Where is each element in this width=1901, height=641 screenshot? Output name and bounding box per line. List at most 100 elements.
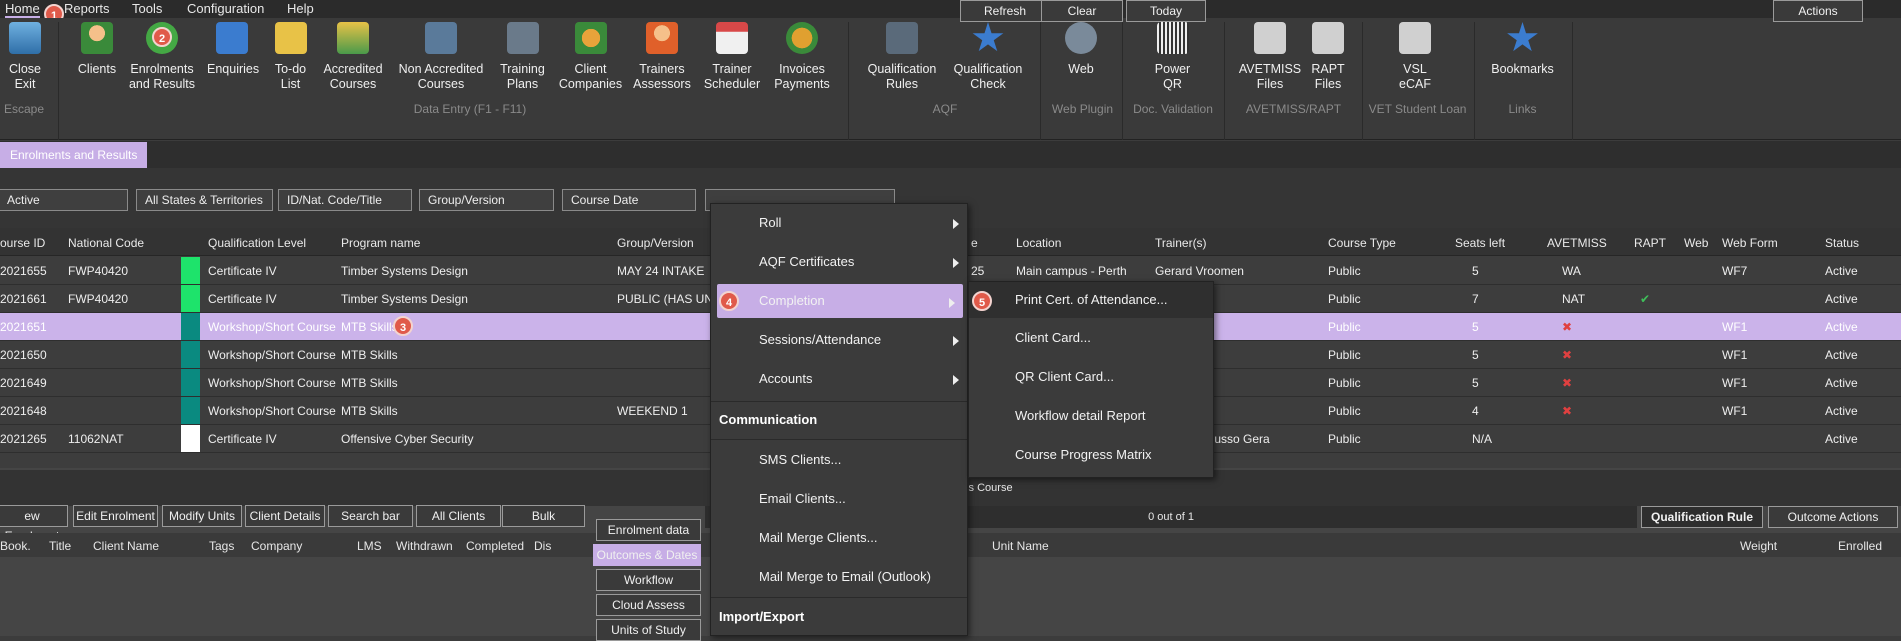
menu-home[interactable]: Home — [5, 1, 40, 18]
states-dropdown[interactable]: All States & Territories — [136, 189, 273, 211]
bookmarks-button[interactable]: Bookmarks — [1490, 22, 1555, 77]
course-date-dropdown[interactable]: Course Date — [562, 189, 696, 211]
submenu-qr-client-card[interactable]: QR Client Card... — [969, 359, 1213, 395]
col-client-name[interactable]: Client Name — [93, 539, 159, 553]
col-group[interactable]: Group/Version — [617, 236, 694, 250]
col-date[interactable]: e — [971, 236, 978, 250]
cell-type: Public — [1328, 320, 1361, 334]
outcome-actions-button[interactable]: Outcome Actions — [1768, 506, 1898, 528]
col-location[interactable]: Location — [1016, 236, 1061, 250]
todo-list-button[interactable]: To-do List — [268, 22, 313, 92]
close-exit-button[interactable]: Close Exit — [2, 22, 48, 92]
qualification-check-button[interactable]: Qualification Check — [948, 22, 1028, 92]
col-program[interactable]: Program name — [341, 236, 420, 250]
tab-cloud-assess[interactable]: Cloud Assess — [596, 594, 701, 616]
group-version-input[interactable]: Group/Version — [419, 189, 554, 211]
power-qr-button[interactable]: Power QR — [1130, 22, 1215, 92]
new-enrolment-button[interactable]: ew Enrolment — [0, 505, 68, 543]
today-button[interactable]: Today — [1126, 0, 1206, 22]
avetmiss-files-button[interactable]: AVETMISS Files — [1236, 22, 1304, 92]
tab-units-of-study[interactable]: Units of Study — [596, 619, 701, 641]
menu-item-completion[interactable]: Completion — [717, 284, 963, 318]
web-button[interactable]: Web — [1050, 22, 1112, 77]
submenu-arrow-icon — [953, 375, 959, 385]
bulk-button[interactable]: Bulk — [502, 505, 585, 527]
col-web-form[interactable]: Web Form — [1722, 236, 1778, 250]
qual-color-swatch — [181, 425, 200, 452]
qualification-rule-button[interactable]: Qualification Rule — [1641, 506, 1763, 528]
col-seats[interactable]: Seats left — [1455, 236, 1505, 250]
all-clients-button[interactable]: All Clients — [416, 505, 501, 527]
tab-enrolment-data[interactable]: Enrolment data — [596, 519, 701, 541]
col-lms[interactable]: LMS — [357, 539, 382, 553]
id-code-filter[interactable]: ID/Nat. Code/Title — [278, 189, 412, 211]
menu-reports[interactable]: Reports — [64, 1, 110, 16]
coins-icon — [786, 22, 818, 54]
col-book[interactable]: Book. — [0, 539, 31, 553]
search-bar-button[interactable]: Search bar — [328, 505, 413, 527]
col-web[interactable]: Web — [1684, 236, 1708, 250]
col-course-id[interactable]: ourse ID — [0, 236, 45, 250]
invoices-button[interactable]: Invoices Payments — [772, 22, 832, 92]
submenu-progress-matrix[interactable]: Course Progress Matrix — [969, 437, 1213, 473]
rapt-files-button[interactable]: RAPT Files — [1308, 22, 1348, 92]
completion-submenu: Print Cert. of Attendance... Client Card… — [968, 281, 1214, 478]
vsl-ecaf-button[interactable]: VSL eCAF — [1385, 22, 1445, 92]
aqf-label: AQF Certificates — [759, 254, 855, 269]
clear-button[interactable]: Clear — [1041, 0, 1123, 22]
col-company[interactable]: Company — [251, 539, 302, 553]
qualification-rules-button[interactable]: Qualification Rules — [862, 22, 942, 92]
col-tags[interactable]: Tags — [209, 539, 234, 553]
tab-outcomes-dates[interactable]: Outcomes & Dates — [593, 544, 701, 566]
cell-id: 2021649 — [0, 376, 47, 390]
tab-workflow[interactable]: Workflow — [596, 569, 701, 591]
trainer-scheduler-button[interactable]: Trainer Scheduler — [702, 22, 762, 92]
clients-button[interactable]: Clients — [72, 22, 122, 77]
menu-tools[interactable]: Tools — [132, 1, 162, 16]
menu-item-mail-merge-outlook[interactable]: Mail Merge to Email (Outlook) — [711, 559, 967, 595]
cell-avet: ✖ — [1562, 348, 1573, 362]
client-companies-button[interactable]: Client Companies — [558, 22, 623, 92]
col-trainers[interactable]: Trainer(s) — [1155, 236, 1207, 250]
training-plans-button[interactable]: Training Plans — [495, 22, 550, 92]
col-avetmiss[interactable]: AVETMISS — [1547, 236, 1607, 250]
submenu-client-card[interactable]: Client Card... — [969, 320, 1213, 356]
col-completed[interactable]: Completed — [466, 539, 524, 553]
hierarchy-icon — [425, 22, 457, 54]
submenu-workflow-report[interactable]: Workflow detail Report — [969, 398, 1213, 434]
edit-enrolment-button[interactable]: Edit Enrolment — [73, 505, 158, 527]
status-dropdown[interactable]: Active — [0, 189, 128, 211]
menu-item-sms[interactable]: SMS Clients... — [711, 442, 967, 478]
menu-item-accounts[interactable]: Accounts — [711, 361, 967, 397]
non-accredited-button[interactable]: Non Accredited Courses — [395, 22, 487, 92]
col-enrolled[interactable]: Enrolled — [1838, 539, 1882, 553]
menu-configuration[interactable]: Configuration — [187, 1, 264, 16]
tab-enrolments-results[interactable]: Enrolments and Results — [0, 142, 148, 168]
col-qual-level[interactable]: Qualification Level — [208, 236, 306, 250]
submenu-print-cert[interactable]: Print Cert. of Attendance... — [969, 282, 1213, 318]
col-status[interactable]: Status — [1825, 236, 1859, 250]
menu-item-email[interactable]: Email Clients... — [711, 481, 967, 517]
trainers-assessors-button[interactable]: Trainers Assessors — [632, 22, 692, 92]
client-details-button[interactable]: Client Details — [245, 505, 325, 527]
col-national-code[interactable]: National Code — [68, 236, 144, 250]
col-dis[interactable]: Dis — [534, 539, 551, 553]
col-course-type[interactable]: Course Type — [1328, 236, 1396, 250]
col-title[interactable]: Title — [49, 539, 71, 553]
refresh-button[interactable]: Refresh — [960, 0, 1050, 22]
col-rapt[interactable]: RAPT — [1634, 236, 1666, 250]
col-unit-name[interactable]: Unit Name — [992, 539, 1049, 553]
menu-help[interactable]: Help — [287, 1, 314, 16]
menu-item-mail-merge[interactable]: Mail Merge Clients... — [711, 520, 967, 556]
modify-units-button[interactable]: Modify Units — [162, 505, 242, 527]
col-withdrawn[interactable]: Withdrawn — [396, 539, 453, 553]
accredited-courses-button[interactable]: Accredited Courses — [318, 22, 388, 92]
cell-seats: N/A — [1472, 432, 1493, 446]
actions-button[interactable]: Actions — [1773, 0, 1863, 22]
menu-item-sessions[interactable]: Sessions/Attendance — [711, 322, 967, 358]
menu-item-roll[interactable]: Roll — [711, 205, 967, 241]
menu-item-aqf[interactable]: AQF Certificates — [711, 244, 967, 280]
step-badge-2: 2 — [152, 27, 172, 47]
col-weight[interactable]: Weight — [1740, 539, 1777, 553]
enquiries-button[interactable]: Enquiries — [207, 22, 259, 77]
